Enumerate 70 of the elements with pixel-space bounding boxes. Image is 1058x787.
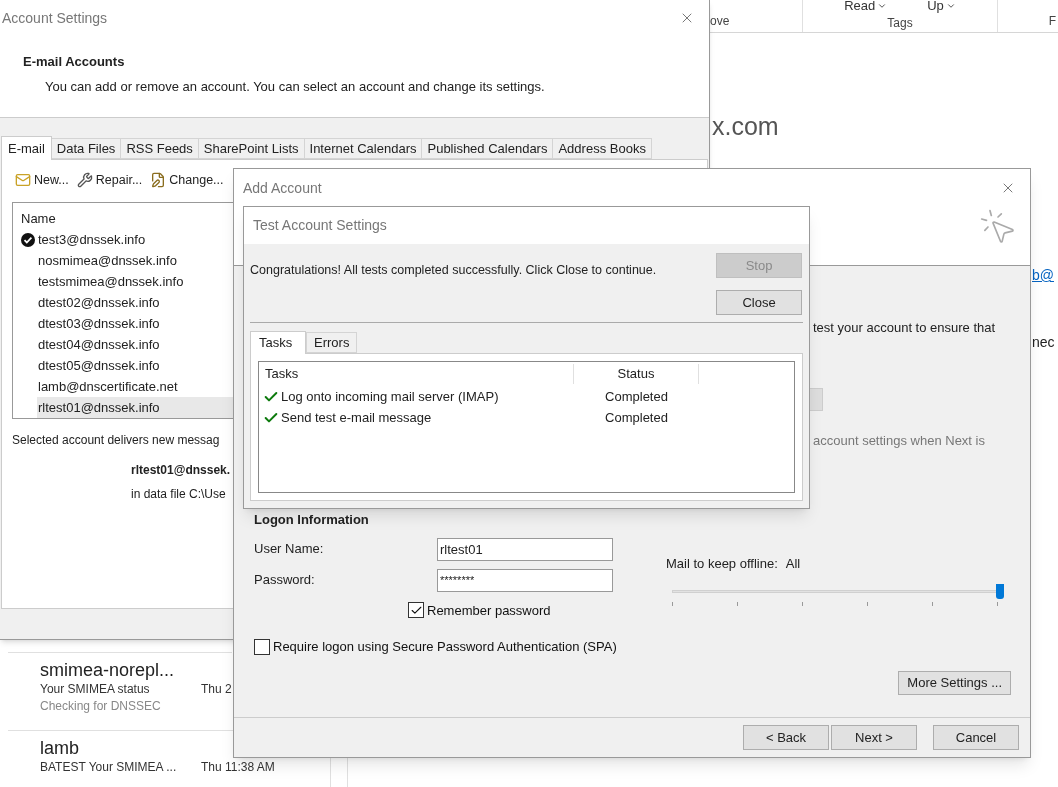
email-link[interactable]: b@ [1032,265,1054,286]
body-text: nec [1032,333,1055,352]
dialog-title: Test Account Settings [253,216,387,235]
user-name-field[interactable]: rltest01 [437,537,613,561]
ribbon-group-label: Tags [887,15,913,32]
field-label: Password: [254,571,315,590]
message-preview: Checking for DNSSEC [40,698,162,715]
checkbox[interactable]: Require logon using Secure Password Authentication (SPA) [254,637,666,657]
more-settings-button[interactable]: More Settings ... [898,670,1011,695]
message-date: Thu 11:38 AM [201,759,275,776]
field-label: User Name: [254,540,324,559]
column-header: Name [21,210,56,228]
ribbon-button[interactable]: Read [844,0,888,12]
description-text: test your account to ensure that [813,319,997,337]
task-status: Completed [604,387,669,406]
wrench-icon [76,172,93,188]
toolbar-button[interactable]: Change... [150,170,224,190]
reading-pane-title: x.com [712,111,779,142]
envelope-icon [15,172,31,188]
ribbon-group-label: ove [710,13,730,30]
caret-icon [945,1,956,11]
delivery-file: in data file C:\Use [131,486,227,503]
toolbar-button[interactable]: New... [15,170,69,190]
result-message: Congratulations! All tests completed successfully. Click Close to continue. [250,262,658,279]
hint-text: account settings when Next is [813,431,986,450]
slider-thumb[interactable] [996,583,1004,599]
column-header: Tasks [259,364,574,384]
tab[interactable]: Internet Calendars [304,138,423,159]
tab[interactable]: E-mail [1,136,52,160]
tab[interactable]: SharePoint Lists [198,138,305,159]
offline-slider[interactable] [672,583,1002,600]
delivery-text: Selected account delivers new messag [12,432,221,449]
message-subject: BATEST Your SMIMEA ... [40,759,177,776]
caret-icon [877,1,888,11]
tab[interactable]: Published Calendars [422,138,554,159]
section-title: Logon Information [254,511,370,529]
checkbox-label: Require logon using Secure Password Authentication (SPA) [273,638,617,656]
file-edit-icon [150,172,167,188]
wizard-button[interactable]: < Back [743,724,829,750]
tab[interactable]: Data Files [51,138,122,159]
message-subject: Your SMIMEA status [40,681,150,698]
toolbar-button[interactable]: Repair... [76,170,143,190]
tab[interactable]: RSS Feeds [121,138,199,159]
ribbon-button[interactable]: Up [927,0,956,12]
message-sender: lamb [40,737,80,759]
ribbon-group-label: F [1048,13,1056,30]
delivery-account: rltest01@dnssek. [131,462,232,479]
section-description: You can add or remove an account. You can select an account and change its settings. [45,77,546,96]
message-date: Thu 2 [201,681,232,698]
window-title: Add Account [243,178,322,198]
column-header: Status [574,364,699,384]
wizard-button[interactable]: Next > [831,724,917,750]
checkbox-box[interactable] [408,602,424,619]
task-status: Completed [604,408,669,427]
section-title: E-mail Accounts [23,53,126,71]
tab[interactable]: Errors [306,332,358,353]
wizard-button[interactable]: Cancel [933,724,1019,750]
checkbox-label: Remember password [427,601,551,620]
tab[interactable]: Tasks [250,331,306,354]
offline-label: Mail to keep offline: [666,555,778,573]
password-field[interactable]: ******** [437,568,613,592]
checkbox-box[interactable] [254,638,270,655]
task-name: Log onto incoming mail server (IMAP) [281,387,499,406]
task-name: Send test e-mail message [281,408,432,427]
tab[interactable]: Address Books [553,138,652,159]
message-sender: smimea-norepl... [40,659,176,681]
dialog-button[interactable]: Close [716,290,802,315]
offline-value: All [785,555,801,573]
window-title: Account Settings [2,8,108,28]
checkbox[interactable]: Remember password [408,600,666,620]
